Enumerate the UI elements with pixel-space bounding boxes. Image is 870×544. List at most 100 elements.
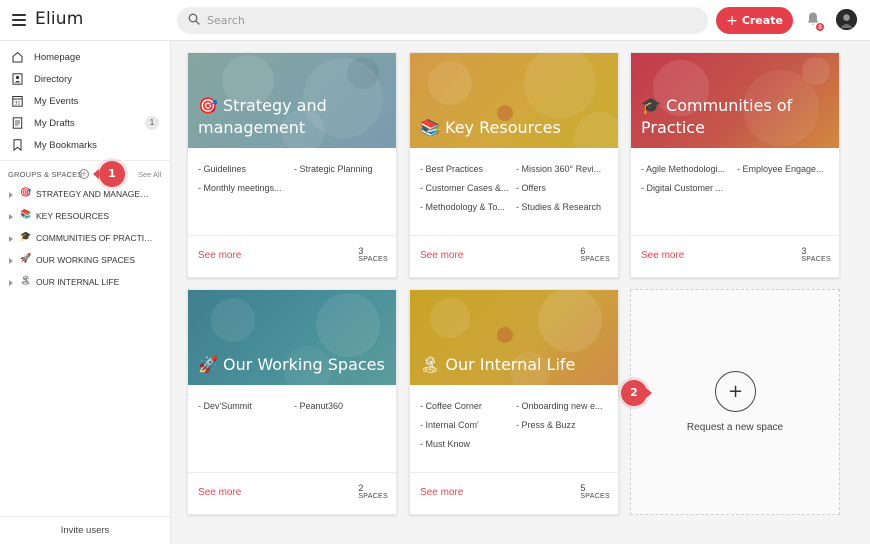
request-new-space-card[interactable]: + Request a new space [630, 289, 840, 515]
sidebar-space-strategy[interactable]: 🎯 STRATEGY AND MANAGEME... [0, 184, 170, 206]
card-link[interactable]: - Mission 360° Revi... [516, 161, 612, 178]
search-input[interactable] [207, 7, 687, 34]
space-card-internal-life[interactable]: 🏝 Our Internal Life - Coffee Corner - Onb… [409, 289, 619, 515]
space-label: KEY RESOURCES [36, 211, 110, 221]
nav-label: My Bookmarks [34, 139, 97, 151]
sidebar-space-internal-life[interactable]: 🏝 OUR INTERNAL LIFE [0, 272, 170, 294]
card-footer: See more 6 SPACES [410, 235, 618, 277]
card-link[interactable]: - Strategic Planning [294, 161, 390, 178]
avatar[interactable] [836, 9, 857, 30]
space-count: 3 SPACES [801, 246, 831, 263]
space-card-strategy[interactable]: 🎯 Strategy and management - Guidelines - … [187, 52, 397, 278]
card-link[interactable]: - Coffee Corner [420, 398, 516, 415]
create-button[interactable]: + Create [716, 7, 793, 34]
card-link[interactable]: - Studies & Research [516, 199, 612, 216]
see-all-link[interactable]: See All [138, 170, 161, 179]
caret-right-icon[interactable] [9, 280, 13, 286]
space-count-number: 3 [358, 246, 364, 256]
calendar-icon: 31 [12, 96, 23, 107]
see-more-link[interactable]: See more [420, 250, 463, 261]
add-space-icon[interactable]: + [715, 371, 756, 412]
card-link[interactable]: - Methodology & To... [420, 199, 516, 216]
add-group-icon[interactable]: + [79, 169, 89, 179]
app-logo[interactable]: Elium [35, 9, 84, 29]
space-count-number: 2 [358, 483, 364, 493]
space-card-communities[interactable]: 🎓 Communities of Practice - Agile Method… [630, 52, 840, 278]
card-title: 🚀 Our Working Spaces [198, 354, 388, 376]
nav-item-my-events[interactable]: 31 My Events [0, 90, 170, 112]
create-label: Create [741, 14, 783, 27]
nav-item-homepage[interactable]: Homepage [0, 46, 170, 68]
card-link[interactable]: - Peanut360 [294, 398, 390, 415]
space-count-number: 6 [580, 246, 586, 256]
island-icon: 🏝 [20, 276, 32, 286]
card-footer: See more 2 SPACES [188, 472, 396, 514]
card-link[interactable]: - Press & Buzz [516, 417, 612, 434]
space-card-working-spaces[interactable]: 🚀 Our Working Spaces - Dev'Summit - Peanu… [187, 289, 397, 515]
space-count: 5 SPACES [580, 483, 610, 500]
space-card-key-resources[interactable]: 📚 Key Resources - Best Practices - Missio… [409, 52, 619, 278]
caret-right-icon[interactable] [9, 214, 13, 220]
card-link[interactable]: - Dev'Summit [198, 398, 294, 415]
invite-users-button[interactable]: Invite users [0, 516, 170, 544]
drafts-count-badge: 1 [145, 116, 159, 130]
space-count-unit: SPACES [358, 493, 388, 500]
card-title: 🎯 Strategy and management [198, 95, 388, 139]
search-icon [188, 13, 200, 25]
card-links: - Guidelines - Strategic Planning- Monthl… [198, 161, 394, 199]
nav-item-my-drafts[interactable]: My Drafts 1 [0, 112, 170, 134]
nav-label: Homepage [34, 51, 81, 63]
top-bar: Elium + Create 8 [0, 0, 870, 41]
card-link[interactable]: - Digital Customer ... [641, 180, 737, 197]
card-link[interactable]: - Offers [516, 180, 612, 197]
space-count-unit: SPACES [801, 256, 831, 263]
rocket-icon: 🚀 [20, 254, 32, 264]
card-footer: See more 3 SPACES [631, 235, 839, 277]
card-link[interactable]: - Monthly meetings... [198, 180, 294, 197]
see-more-link[interactable]: See more [198, 250, 241, 261]
caret-right-icon[interactable] [9, 258, 13, 264]
search-bar[interactable] [177, 7, 708, 34]
card-link[interactable]: - Onboarding new e... [516, 398, 612, 415]
nav-label: My Events [34, 95, 79, 107]
target-icon: 🎯 [198, 96, 218, 115]
card-links: - Dev'Summit - Peanut360 [198, 398, 394, 417]
space-count-unit: SPACES [580, 493, 610, 500]
nav-item-directory[interactable]: Directory [0, 68, 170, 90]
card-link[interactable]: - Best Practices [420, 161, 516, 178]
nav-item-my-bookmarks[interactable]: My Bookmarks [0, 134, 170, 156]
sidebar-space-working-spaces[interactable]: 🚀 OUR WORKING SPACES [0, 250, 170, 272]
sidebar-space-key-resources[interactable]: 📚 KEY RESOURCES [0, 206, 170, 228]
card-link[interactable]: - Must Know [420, 436, 516, 453]
see-more-link[interactable]: See more [198, 487, 241, 498]
card-link[interactable]: - Internal Com' [420, 417, 516, 434]
request-label: Request a new space [686, 422, 784, 433]
card-link[interactable]: - Employee Engage... [737, 161, 833, 178]
card-link[interactable]: - Guidelines [198, 161, 294, 178]
card-link[interactable]: - Agile Methodologi... [641, 161, 737, 178]
space-label: STRATEGY AND MANAGEME... [36, 189, 154, 199]
drafts-icon [12, 117, 23, 129]
card-footer: See more 3 SPACES [188, 235, 396, 277]
books-icon: 📚 [420, 118, 440, 137]
caret-right-icon[interactable] [9, 192, 13, 198]
card-hero: 🚀 Our Working Spaces [188, 290, 396, 385]
card-title-text: Communities of Practice [641, 96, 793, 137]
home-icon [12, 51, 23, 63]
caret-right-icon[interactable] [9, 236, 13, 242]
sidebar-space-communities[interactable]: 🎓 COMMUNITIES OF PRACTICE [0, 228, 170, 250]
card-title-text: Our Internal Life [445, 355, 576, 374]
space-label: OUR INTERNAL LIFE [36, 277, 120, 287]
step-badge-2: 2 [621, 380, 647, 406]
target-icon: 🎯 [20, 188, 32, 198]
card-hero: 📚 Key Resources [410, 53, 618, 148]
card-link[interactable]: - Customer Cases &... [420, 180, 516, 197]
island-icon: 🏝 [420, 355, 441, 374]
space-count: 2 SPACES [358, 483, 388, 500]
menu-icon[interactable] [12, 14, 26, 26]
see-more-link[interactable]: See more [641, 250, 684, 261]
bookmark-icon [13, 139, 22, 151]
nav-label: Directory [34, 73, 73, 85]
space-label: OUR WORKING SPACES [36, 255, 136, 265]
see-more-link[interactable]: See more [420, 487, 463, 498]
